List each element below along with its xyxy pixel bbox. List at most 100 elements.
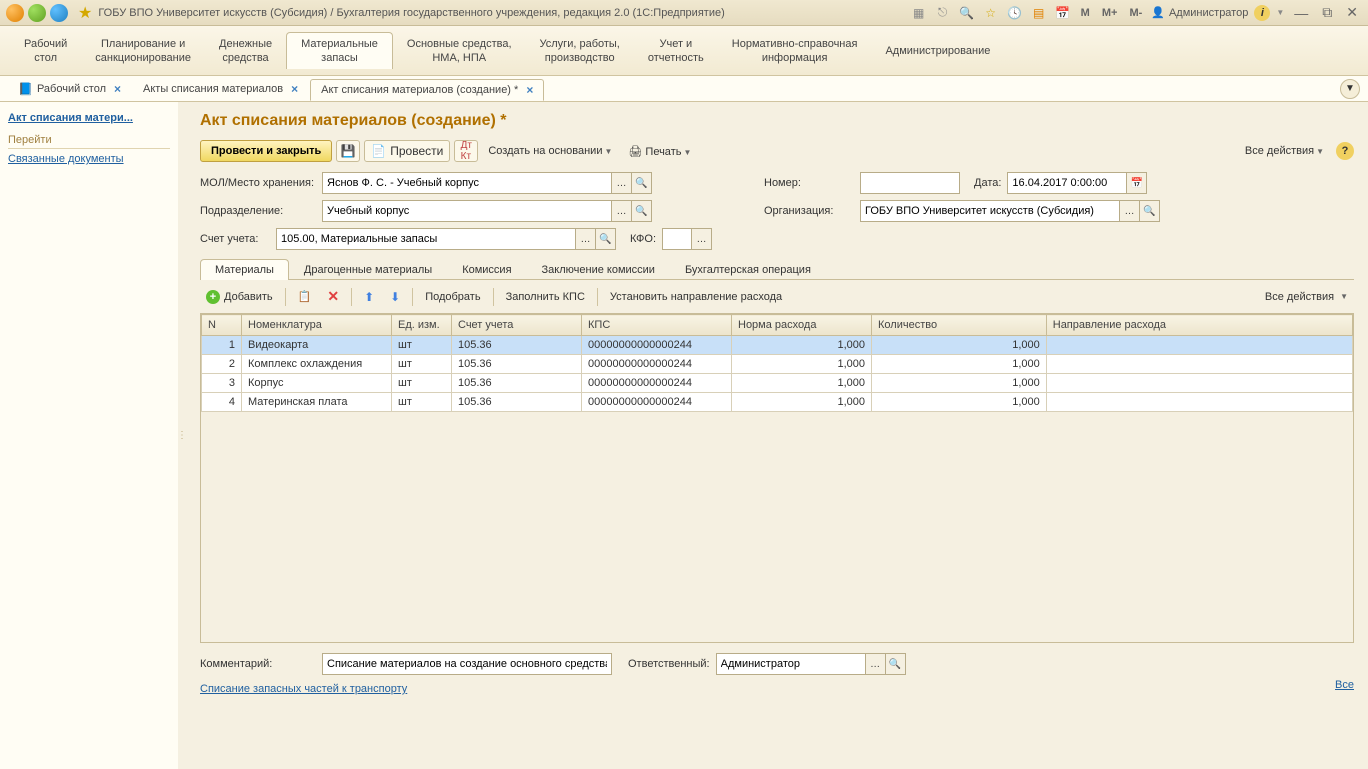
nav-cash[interactable]: Денежные средства [205, 33, 286, 69]
help-icon[interactable]: ? [1336, 142, 1354, 160]
cell-kps[interactable]: 00000000000000244 [582, 336, 732, 355]
tool-icon-3[interactable]: 🔍 [958, 4, 976, 22]
nav-materials[interactable]: Материальные запасы [286, 32, 393, 69]
tool-icon-2[interactable]: ⎋ [934, 4, 952, 22]
org-input[interactable] [860, 200, 1120, 222]
move-up-button[interactable]: ⬆ [358, 288, 380, 306]
memory-mplus-button[interactable]: M+ [1099, 7, 1121, 19]
cell-n[interactable]: 1 [202, 336, 242, 355]
cell-n[interactable]: 3 [202, 374, 242, 393]
user-indicator[interactable]: 👤 Администратор [1151, 6, 1248, 19]
related-doc-link[interactable]: Списание запасных частей к транспорту [200, 683, 407, 695]
tab-desktop[interactable]: 📘 Рабочий стол × [8, 79, 131, 99]
subtab-accounting-op[interactable]: Бухгалтерская операция [670, 259, 826, 280]
col-unit[interactable]: Ед. изм. [392, 315, 452, 336]
tab-acts-list[interactable]: Акты списания материалов × [133, 79, 308, 99]
tab-close-icon[interactable]: × [291, 82, 298, 96]
calculator-icon[interactable]: ▤ [1030, 4, 1048, 22]
cell-kps[interactable]: 00000000000000244 [582, 393, 732, 412]
cell-nomenclature[interactable]: Корпус [242, 374, 392, 393]
select-items-button[interactable]: Подобрать [419, 289, 486, 305]
subtab-precious[interactable]: Драгоценные материалы [289, 259, 447, 280]
cell-direction[interactable] [1046, 355, 1352, 374]
tab-act-create[interactable]: Акт списания материалов (создание) * × [310, 79, 544, 101]
cell-norm[interactable]: 1,000 [732, 374, 872, 393]
cell-direction[interactable] [1046, 393, 1352, 412]
col-nomenclature[interactable]: Номенклатура [242, 315, 392, 336]
ellipsis-icon[interactable]: … [1120, 200, 1140, 222]
date-input[interactable] [1007, 172, 1127, 194]
info-icon[interactable]: i [1254, 5, 1270, 21]
table-row[interactable]: 3 Корпус шт 105.36 00000000000000244 1,0… [202, 374, 1353, 393]
schet-input[interactable] [276, 228, 576, 250]
cell-nomenclature[interactable]: Видеокарта [242, 336, 392, 355]
col-norm[interactable]: Норма расхода [732, 315, 872, 336]
sidebar-resize-handle[interactable]: ⋮ [178, 102, 186, 769]
forward-button[interactable] [50, 4, 68, 22]
cell-qty[interactable]: 1,000 [872, 336, 1047, 355]
calendar-icon[interactable]: 📅 [1127, 172, 1147, 194]
cell-account[interactable]: 105.36 [452, 393, 582, 412]
cell-direction[interactable] [1046, 374, 1352, 393]
ellipsis-icon[interactable]: … [866, 653, 886, 675]
nav-accounting[interactable]: Учет и отчетность [634, 33, 718, 69]
tab-close-icon[interactable]: × [114, 82, 121, 96]
nav-assets[interactable]: Основные средства, НМА, НПА [393, 33, 526, 69]
search-icon[interactable]: 🔍 [632, 172, 652, 194]
responsible-input[interactable] [716, 653, 866, 675]
podr-input[interactable] [322, 200, 612, 222]
move-down-button[interactable]: ⬇ [384, 288, 406, 306]
cell-kps[interactable]: 00000000000000244 [582, 374, 732, 393]
cell-account[interactable]: 105.36 [452, 336, 582, 355]
favorites-icon[interactable]: ★ [78, 3, 92, 23]
close-icon[interactable]: ✕ [1342, 4, 1362, 21]
tool-icon-1[interactable]: ▦ [910, 4, 928, 22]
cell-kps[interactable]: 00000000000000244 [582, 355, 732, 374]
subtab-materials[interactable]: Материалы [200, 259, 289, 280]
table-row[interactable]: 1 Видеокарта шт 105.36 00000000000000244… [202, 336, 1353, 355]
cell-n[interactable]: 4 [202, 393, 242, 412]
cell-unit[interactable]: шт [392, 374, 452, 393]
post-and-close-button[interactable]: Провести и закрыть [200, 140, 332, 162]
nomer-input[interactable] [860, 172, 960, 194]
table-all-actions-button[interactable]: Все действия▼ [1259, 289, 1354, 305]
ellipsis-icon[interactable]: … [612, 172, 632, 194]
cell-norm[interactable]: 1,000 [732, 355, 872, 374]
maximize-icon[interactable]: ⧉ [1318, 4, 1336, 21]
memory-m-button[interactable]: M [1078, 7, 1093, 19]
nav-desktop[interactable]: Рабочий стол [10, 33, 81, 69]
search-icon[interactable]: 🔍 [886, 653, 906, 675]
save-icon[interactable]: 💾 [336, 140, 360, 162]
cell-norm[interactable]: 1,000 [732, 336, 872, 355]
col-qty[interactable]: Количество [872, 315, 1047, 336]
cell-account[interactable]: 105.36 [452, 355, 582, 374]
nav-admin[interactable]: Администрирование [871, 40, 1004, 62]
copy-row-button[interactable]: 📋 [292, 288, 318, 305]
ellipsis-icon[interactable]: … [692, 228, 712, 250]
ellipsis-icon[interactable]: … [576, 228, 596, 250]
create-based-button[interactable]: Создать на основании▼ [482, 141, 618, 161]
table-row[interactable]: 2 Комплекс охлаждения шт 105.36 00000000… [202, 355, 1353, 374]
cell-qty[interactable]: 1,000 [872, 355, 1047, 374]
history-icon[interactable]: 🕓 [1006, 4, 1024, 22]
cell-unit[interactable]: шт [392, 393, 452, 412]
kfo-input[interactable] [662, 228, 692, 250]
fill-kps-button[interactable]: Заполнить КПС [500, 289, 591, 305]
search-icon[interactable]: 🔍 [632, 200, 652, 222]
table-row[interactable]: 4 Материнская плата шт 105.36 0000000000… [202, 393, 1353, 412]
subtab-commission[interactable]: Комиссия [447, 259, 526, 280]
all-link[interactable]: Все [1335, 679, 1354, 691]
post-icon[interactable]: 📄Провести [364, 140, 450, 162]
cell-direction[interactable] [1046, 336, 1352, 355]
sidebar-title[interactable]: Акт списания матери... [8, 112, 170, 124]
cell-nomenclature[interactable]: Материнская плата [242, 393, 392, 412]
add-row-button[interactable]: +Добавить [200, 288, 279, 306]
cell-qty[interactable]: 1,000 [872, 374, 1047, 393]
col-n[interactable]: N [202, 315, 242, 336]
search-icon[interactable]: 🔍 [596, 228, 616, 250]
nav-services[interactable]: Услуги, работы, производство [526, 33, 634, 69]
cell-qty[interactable]: 1,000 [872, 393, 1047, 412]
minimize-icon[interactable]: — [1290, 5, 1312, 21]
cell-account[interactable]: 105.36 [452, 374, 582, 393]
dtkt-icon[interactable]: ДтКт [454, 140, 478, 162]
